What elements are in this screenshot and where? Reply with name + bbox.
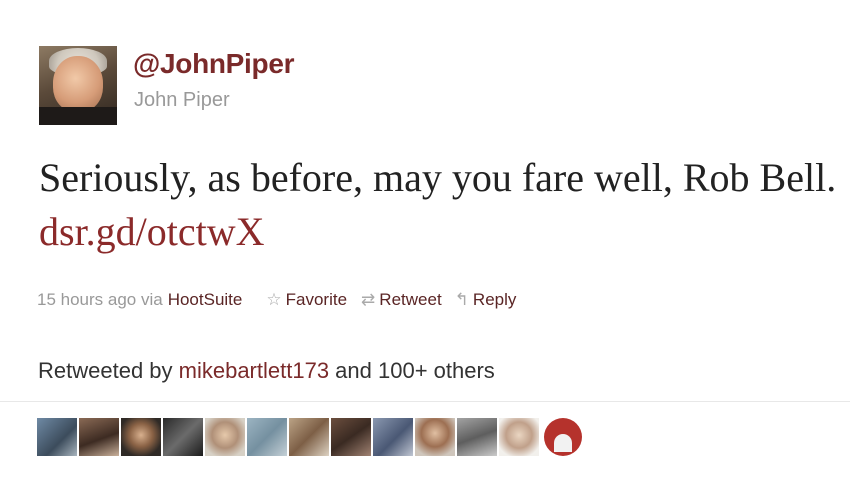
tweet-text: Seriously, as before, may you fare well,…: [39, 151, 839, 259]
retweeter-avatar[interactable]: [373, 418, 413, 456]
retweeter-avatar[interactable]: [163, 418, 203, 456]
default-avatar-icon: [554, 434, 572, 452]
retweeter-avatar[interactable]: [415, 418, 455, 456]
retweeter-avatar[interactable]: [457, 418, 497, 456]
tweet-meta: 15 hours ago via HootSuite ☆ Favorite ⇄ …: [37, 290, 516, 310]
author-name[interactable]: John Piper: [134, 89, 230, 112]
avatar-face: [53, 56, 103, 112]
author-handle[interactable]: @JohnPiper: [133, 48, 295, 80]
retweeter-avatar[interactable]: [544, 418, 582, 456]
retweeter-avatar[interactable]: [289, 418, 329, 456]
retweeted-suffix: and 100+ others: [329, 358, 495, 383]
retweeter-avatar[interactable]: [121, 418, 161, 456]
reply-label: Reply: [472, 290, 517, 309]
star-icon: ☆: [266, 290, 282, 309]
tweet-link[interactable]: dsr.gd/otctwX: [39, 209, 265, 254]
avatar-shirt: [39, 107, 117, 125]
retweeted-by: Retweeted by mikebartlett173 and 100+ ot…: [38, 358, 495, 384]
retweeted-prefix: Retweeted by: [38, 358, 179, 383]
divider: [0, 401, 850, 402]
retweeter-avatar[interactable]: [247, 418, 287, 456]
retweeter-avatar[interactable]: [331, 418, 371, 456]
author-avatar[interactable]: [39, 46, 117, 125]
reply-button[interactable]: ↰ Reply: [455, 290, 517, 310]
retweeter-avatar[interactable]: [79, 418, 119, 456]
timestamp[interactable]: 15 hours ago via: [37, 290, 163, 310]
retweet-label: Retweet: [379, 290, 442, 309]
favorite-button[interactable]: ☆ Favorite: [266, 290, 347, 310]
retweeter-avatar[interactable]: [205, 418, 245, 456]
tweet-body: Seriously, as before, may you fare well,…: [39, 155, 837, 200]
retweet-icon: ⇄: [361, 290, 376, 309]
retweeter-avatar[interactable]: [499, 418, 539, 456]
favorite-label: Favorite: [285, 290, 348, 309]
retweeted-user-link[interactable]: mikebartlett173: [179, 358, 329, 383]
retweeter-avatars: [37, 418, 582, 456]
reply-icon: ↰: [454, 290, 469, 309]
retweeter-avatar[interactable]: [37, 418, 77, 456]
retweet-button[interactable]: ⇄ Retweet: [361, 290, 442, 310]
source-link[interactable]: HootSuite: [168, 290, 243, 310]
